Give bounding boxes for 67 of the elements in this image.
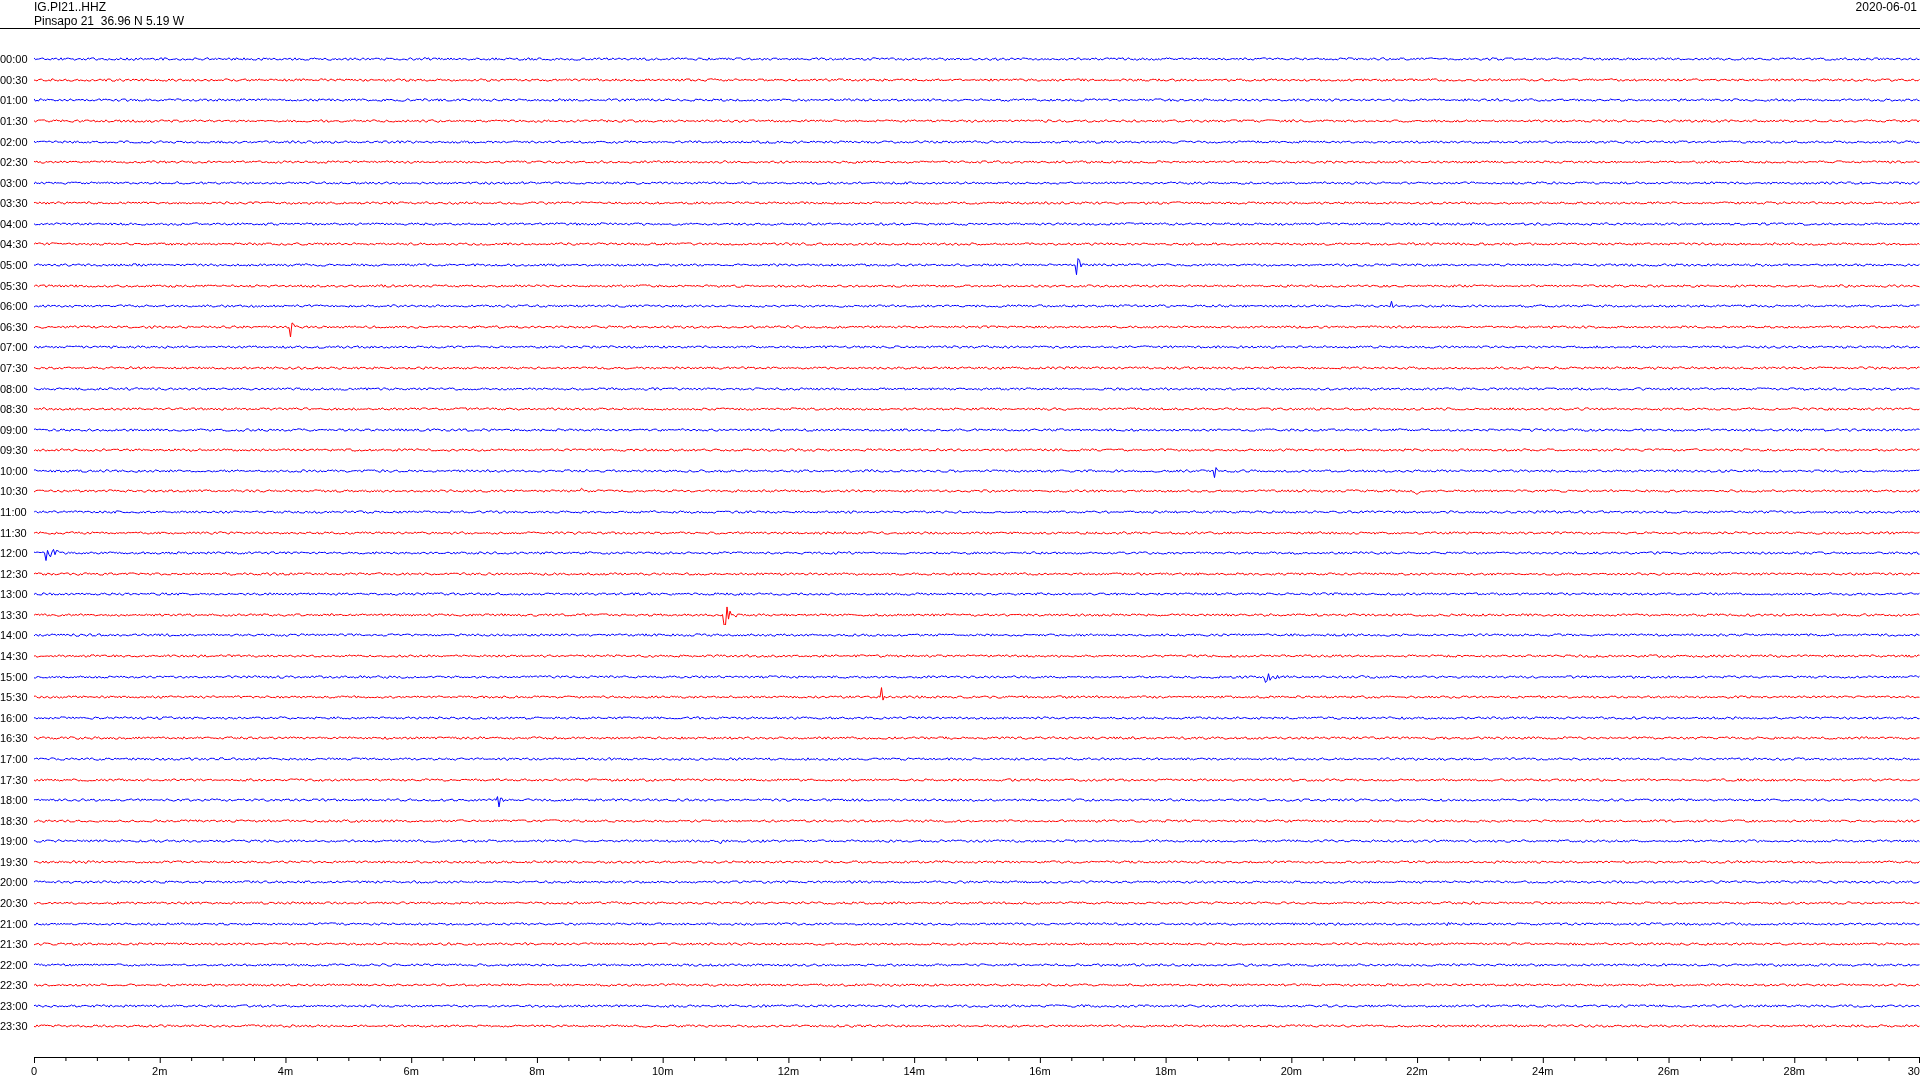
time-label: 07:00 — [0, 341, 29, 354]
time-label: 00:00 — [0, 53, 29, 66]
time-label: 15:00 — [0, 670, 29, 683]
time-label: 19:30 — [0, 855, 29, 868]
tick-label: 2m — [152, 1064, 168, 1077]
time-label: 20:00 — [0, 876, 29, 889]
time-label: 22:30 — [0, 979, 29, 992]
date-label: 2020-06-01 — [1855, 0, 1917, 16]
time-label: 14:30 — [0, 650, 29, 663]
time-label: 11:00 — [0, 506, 28, 518]
time-label: 14:00 — [0, 629, 29, 642]
time-label: 23:30 — [0, 1020, 29, 1033]
time-label: 16:30 — [0, 732, 29, 745]
tick-label: 16m — [1029, 1064, 1051, 1077]
time-label: 20:30 — [0, 897, 29, 909]
time-label: 18:00 — [0, 794, 29, 807]
time-label: 11:30 — [0, 526, 28, 539]
tick-label: 18m — [1154, 1064, 1177, 1077]
station-location: Pinsapo 21 36.96 N 5.19 W — [34, 14, 185, 28]
time-label: 01:00 — [0, 94, 29, 107]
tick-label: 0 — [31, 1064, 38, 1077]
tick-label: 28m — [1783, 1064, 1805, 1077]
time-label: 08:00 — [0, 382, 29, 395]
time-label: 01:30 — [0, 115, 29, 127]
time-label: 09:00 — [0, 423, 29, 436]
time-label: 08:30 — [0, 403, 29, 416]
time-label: 06:00 — [0, 300, 29, 313]
time-label: 02:00 — [0, 135, 29, 148]
time-label: 04:30 — [0, 238, 29, 251]
station-code: IG.PI21..HHZ — [34, 0, 108, 14]
time-label: 19:00 — [0, 835, 29, 848]
time-label: 21:30 — [0, 938, 29, 951]
time-label: 12:30 — [0, 567, 29, 580]
time-label: 02:30 — [0, 156, 29, 169]
time-label: 15:30 — [0, 691, 29, 704]
time-label: 16:00 — [0, 711, 29, 724]
time-label: 06:30 — [0, 320, 29, 333]
tick-label: 8m — [529, 1064, 545, 1077]
tick-label: 26m — [1657, 1064, 1680, 1077]
tick-label: 10m — [651, 1064, 674, 1077]
time-label: 09:30 — [0, 444, 29, 457]
tick-label: 24m — [1532, 1064, 1554, 1077]
time-label: 21:00 — [0, 917, 29, 930]
tick-label: 12m — [777, 1064, 800, 1077]
time-label: 17:00 — [0, 752, 29, 765]
tick-label: 20m — [1280, 1064, 1303, 1077]
time-label: 05:00 — [0, 259, 29, 272]
time-label: 00:30 — [0, 73, 29, 86]
time-label: 03:30 — [0, 197, 29, 210]
tick-label: 22m — [1406, 1064, 1428, 1077]
tick-label: 30 — [1907, 1064, 1920, 1077]
time-label: 17:30 — [0, 773, 29, 786]
time-label: 23:00 — [0, 999, 29, 1012]
tick-label: 6m — [403, 1064, 419, 1077]
time-label: 18:30 — [0, 814, 29, 827]
time-label: 10:00 — [0, 464, 29, 477]
time-label: 22:00 — [0, 958, 29, 971]
time-label: 03:00 — [0, 176, 29, 189]
time-label: 10:30 — [0, 485, 29, 498]
time-label: 13:00 — [0, 588, 29, 601]
time-label: 13:30 — [0, 608, 29, 621]
time-label: 04:00 — [0, 217, 29, 230]
time-label: 12:00 — [0, 547, 29, 560]
tick-label: 14m — [903, 1064, 925, 1077]
time-label: 05:30 — [0, 279, 29, 292]
time-label: 07:30 — [0, 361, 29, 374]
tick-label: 4m — [277, 1064, 294, 1077]
